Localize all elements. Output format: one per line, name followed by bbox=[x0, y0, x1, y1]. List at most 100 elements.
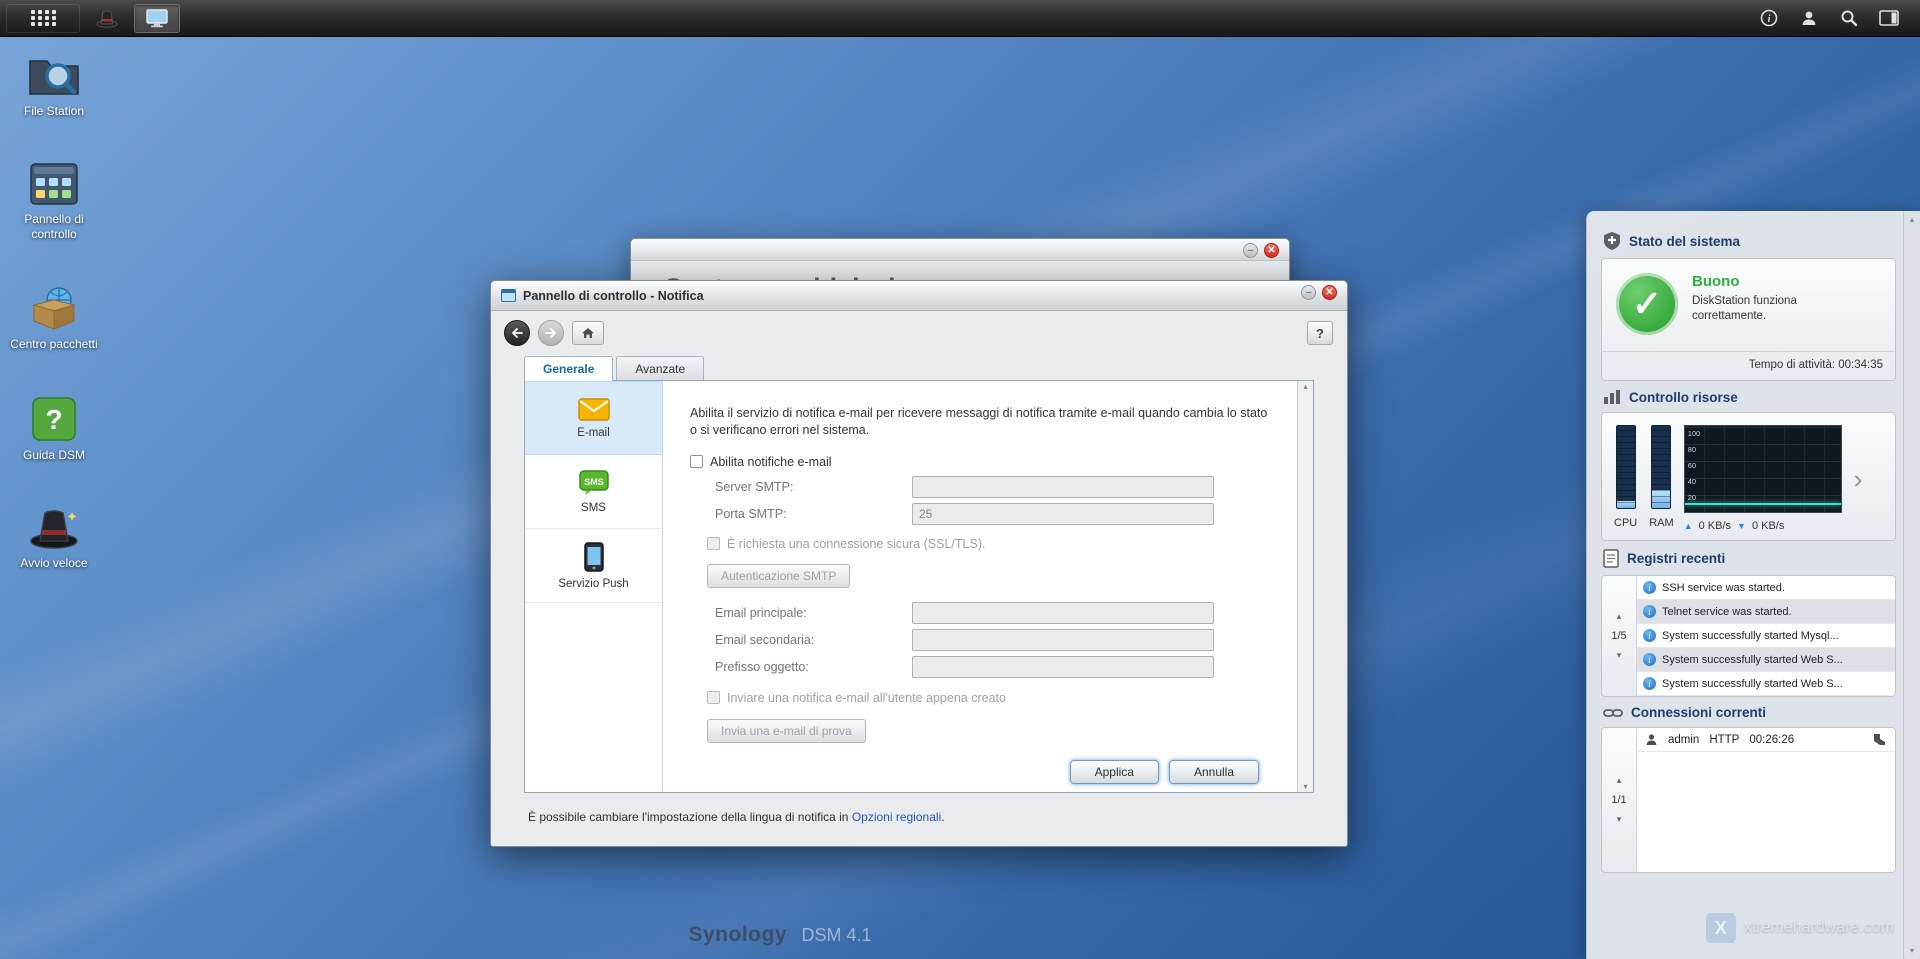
log-row[interactable]: i System successfully started Web S... bbox=[1637, 648, 1895, 672]
bar-chart-icon bbox=[1604, 390, 1620, 404]
control-panel-window[interactable]: Pannello di controllo - Notifica – ✕ ? G… bbox=[490, 280, 1348, 847]
connection-protocol: HTTP bbox=[1709, 733, 1740, 746]
sidebar-item-push-service[interactable]: Servizio Push bbox=[525, 529, 662, 603]
uptime-text: Tempo di attività: 00:34:35 bbox=[1748, 359, 1883, 371]
sidebar-item-label: SMS bbox=[581, 501, 606, 514]
minimize-button[interactable]: – bbox=[1301, 285, 1316, 300]
notify-new-user-label: Inviare una notifica e-mail all'utente a… bbox=[727, 690, 1006, 705]
notification-panel: E-mail SMS SMS Servizio Push Abilita il … bbox=[524, 380, 1314, 793]
smtp-auth-row: Autenticazione SMTP bbox=[707, 563, 1269, 588]
apply-button[interactable]: Applica bbox=[1069, 760, 1159, 784]
help-button[interactable]: ? bbox=[1307, 321, 1333, 345]
enable-email-label: Abilita notifiche e-mail bbox=[710, 454, 832, 469]
log-rows: i SSH service was started. i Telnet servic… bbox=[1636, 576, 1895, 696]
subject-prefix-input[interactable] bbox=[912, 656, 1214, 679]
regional-options-link[interactable]: Opzioni regionali bbox=[852, 810, 941, 824]
action-buttons: Applica Annulla bbox=[1069, 760, 1259, 784]
back-button[interactable] bbox=[504, 320, 530, 346]
sidebar-item-email[interactable]: E-mail bbox=[525, 381, 662, 455]
window-footer: È possibile cambiare l'impostazione dell… bbox=[528, 810, 945, 824]
scroll-down-icon[interactable]: ▾ bbox=[1910, 946, 1914, 955]
user-icon[interactable] bbox=[1798, 7, 1820, 29]
connection-row[interactable]: admin HTTP 00:26:26 bbox=[1637, 728, 1895, 752]
desktop-icon-file-station[interactable]: File Station bbox=[8, 52, 100, 118]
y-tick: 60 bbox=[1687, 461, 1697, 470]
cancel-button[interactable]: Annulla bbox=[1168, 760, 1259, 784]
test-email-button[interactable]: Invia una e-mail di prova bbox=[707, 718, 866, 743]
sidebar-item-sms[interactable]: SMS SMS bbox=[525, 455, 662, 529]
tab-generale[interactable]: Generale bbox=[524, 356, 614, 381]
widget-title: Connessioni correnti bbox=[1631, 705, 1767, 720]
disconnect-icon[interactable] bbox=[1872, 733, 1887, 746]
widget-title: Controllo risorse bbox=[1629, 389, 1738, 405]
resource-next-icon[interactable]: › bbox=[1854, 466, 1863, 492]
home-button[interactable] bbox=[572, 321, 604, 345]
pilot-view-icon[interactable] bbox=[1878, 7, 1900, 29]
y-tick: 20 bbox=[1687, 493, 1697, 502]
main-menu-button[interactable] bbox=[6, 3, 80, 33]
desktop: i File Station Pannello di controllo Cen… bbox=[0, 0, 1920, 959]
desktop-icon-control-panel[interactable]: Pannello di controllo bbox=[8, 162, 100, 241]
page-up-icon[interactable]: ▴ bbox=[1617, 611, 1622, 622]
smtp-port-input[interactable] bbox=[912, 503, 1214, 526]
traffic-line bbox=[1684, 503, 1841, 505]
log-row[interactable]: i SSH service was started. bbox=[1637, 576, 1895, 600]
system-status-header: Stato del sistema bbox=[1603, 231, 1894, 251]
recent-logs-header: Registri recenti bbox=[1603, 549, 1894, 568]
log-row[interactable]: i Telnet service was started. bbox=[1637, 600, 1895, 624]
email-secondary-input[interactable] bbox=[912, 629, 1214, 652]
test-email-row: Invia una e-mail di prova bbox=[707, 718, 1269, 743]
minimize-button[interactable]: – bbox=[1243, 243, 1258, 258]
scroll-up-icon[interactable]: ▴ bbox=[1303, 382, 1307, 391]
close-button[interactable]: ✕ bbox=[1264, 243, 1279, 258]
footer-text: È possibile cambiare l'impostazione dell… bbox=[528, 810, 852, 824]
scroll-down-icon[interactable]: ▾ bbox=[1303, 782, 1307, 791]
status-ok-icon: ✓ bbox=[1616, 273, 1678, 335]
user-icon bbox=[1646, 734, 1657, 745]
ssl-checkbox[interactable] bbox=[707, 537, 720, 551]
widget-panel-scrollbar[interactable]: ▴ ▾ bbox=[1903, 211, 1920, 959]
desktop-icon-package-center[interactable]: Centro pacchetti bbox=[8, 285, 100, 351]
enable-email-checkbox[interactable] bbox=[690, 455, 703, 469]
resource-monitor-body: CPU RAM 100 80 60 40 20 ▲ 0 KB/s ▼ 0 KB/… bbox=[1602, 413, 1895, 540]
panel-scrollbar[interactable]: ▴ ▾ bbox=[1297, 381, 1313, 792]
svg-text:i: i bbox=[1768, 14, 1771, 25]
cpu-gauge: CPU bbox=[1614, 425, 1637, 529]
desktop-icon-label: Pannello di controllo bbox=[24, 212, 84, 241]
log-row[interactable]: i System successfully started Web S... bbox=[1637, 672, 1895, 696]
show-desktop-button[interactable] bbox=[134, 3, 180, 33]
tab-avanzate[interactable]: Avanzate bbox=[616, 356, 705, 380]
log-row[interactable]: i System successfully started Mysql... bbox=[1637, 624, 1895, 648]
notify-new-user-checkbox[interactable] bbox=[707, 691, 720, 705]
email-primary-input[interactable] bbox=[912, 602, 1214, 625]
info-icon[interactable]: i bbox=[1758, 7, 1780, 29]
log-text: SSH service was started. bbox=[1662, 581, 1785, 594]
widget-title: Stato del sistema bbox=[1629, 233, 1741, 249]
storage-manager-titlebar[interactable]: – ✕ bbox=[631, 239, 1289, 261]
scroll-up-icon[interactable]: ▴ bbox=[1910, 215, 1914, 224]
info-badge-icon: i bbox=[1643, 653, 1656, 666]
smtp-auth-button[interactable]: Autenticazione SMTP bbox=[707, 563, 851, 588]
ssl-row: È richiesta una connessione sicura (SSL/… bbox=[707, 534, 1269, 554]
dsm-version-text: DSM 4.1 bbox=[801, 925, 872, 945]
search-icon[interactable] bbox=[1838, 7, 1860, 29]
quick-launch-button[interactable] bbox=[84, 4, 130, 33]
graph-grid bbox=[1684, 426, 1841, 512]
page-down-icon[interactable]: ▾ bbox=[1617, 650, 1622, 661]
close-button[interactable]: ✕ bbox=[1322, 285, 1337, 300]
gauges: CPU RAM bbox=[1614, 425, 1674, 529]
window-icon bbox=[501, 289, 516, 302]
connection-time: 00:26:26 bbox=[1749, 733, 1795, 746]
smtp-server-input[interactable] bbox=[912, 476, 1214, 499]
desktop-icon-label: Guida DSM bbox=[22, 447, 86, 462]
desktop-icon-quick-start[interactable]: Avvio veloce bbox=[8, 506, 100, 570]
connections-box: ▴ 1/1 ▾ admin HTTP 00:26:26 bbox=[1601, 727, 1896, 873]
window-titlebar[interactable]: Pannello di controllo - Notifica – ✕ bbox=[491, 281, 1347, 311]
connection-rows: admin HTTP 00:26:26 bbox=[1636, 728, 1895, 872]
page-down-icon[interactable]: ▾ bbox=[1617, 814, 1622, 825]
widget-panel: Stato del sistema ✓ Buono DiskStation fu… bbox=[1586, 211, 1920, 959]
desktop-icon-dsm-help[interactable]: ? Guida DSM bbox=[8, 396, 100, 462]
page-up-icon[interactable]: ▴ bbox=[1617, 775, 1622, 786]
system-status-box: ✓ Buono DiskStation funziona correttamen… bbox=[1601, 258, 1896, 381]
forward-button[interactable] bbox=[538, 320, 564, 346]
